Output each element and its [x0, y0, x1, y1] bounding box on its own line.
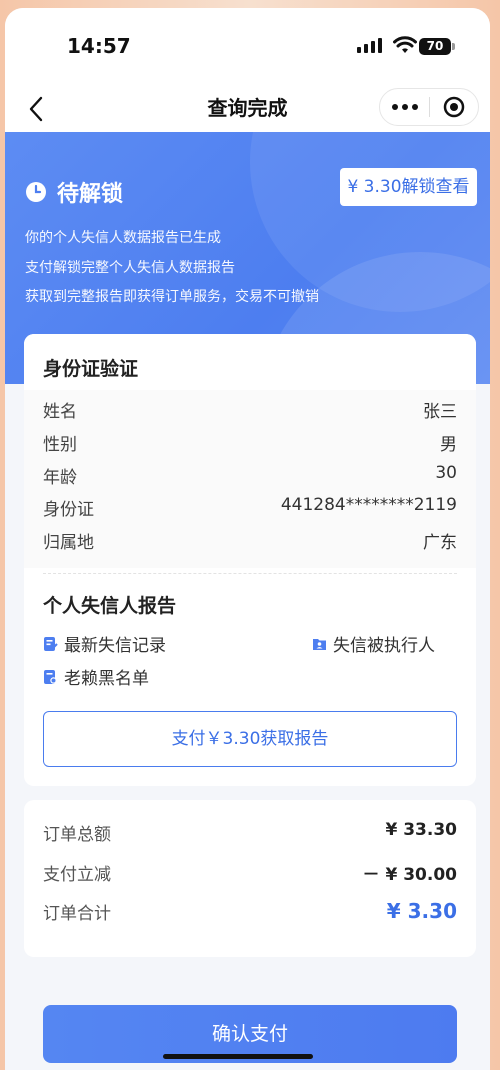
- signal-icon: [357, 38, 382, 53]
- id-section-title: 身份证验证: [43, 358, 139, 380]
- background-frame: 14:57 70 查询完成 待解锁 ¥ 3.30解锁查看 你的个人失信人数据报告…: [0, 0, 500, 1070]
- feature-label: 失信被执行人: [333, 636, 435, 656]
- info-row-name: 姓名 张三: [43, 397, 457, 422]
- report-card: 身份证验证 姓名 张三 性别 男 年龄 30 身份证 441284*******…: [24, 334, 476, 786]
- miniprogram-capsule: [379, 88, 479, 126]
- info-row-gender: 性别 男: [43, 430, 457, 455]
- pay-get-report-button[interactable]: 支付￥3.30获取报告: [43, 711, 457, 767]
- more-icon[interactable]: [380, 104, 429, 110]
- info-value: 30: [435, 463, 457, 483]
- order-value: ¥ 33.30: [385, 820, 457, 840]
- info-label: 性别: [43, 435, 77, 455]
- folder-user-icon: [313, 638, 326, 650]
- order-sum-row: 订单合计 ¥ 3.30: [43, 899, 457, 924]
- info-value: 441284********2119: [280, 495, 457, 515]
- order-label: 支付立减: [43, 865, 111, 885]
- order-summary-card: 订单总额 ¥ 33.30 支付立减 － ¥ 30.00 订单合计 ¥ 3.30: [24, 800, 476, 957]
- status-bar: 14:57 70: [5, 8, 490, 86]
- banner-line-3: 获取到完整报告即获得订单服务，交易不可撤销: [25, 289, 319, 305]
- info-row-id: 身份证 441284********2119: [43, 495, 457, 520]
- feature-label: 最新失信记录: [64, 636, 166, 656]
- section-divider: [43, 573, 457, 574]
- info-row-region: 归属地 广东: [43, 528, 457, 553]
- order-discount-row: 支付立减 － ¥ 30.00: [43, 860, 457, 885]
- phone-screen: 14:57 70 查询完成 待解锁 ¥ 3.30解锁查看 你的个人失信人数据报告…: [5, 8, 490, 1070]
- clock-icon: [26, 182, 46, 202]
- status-row: 待解锁: [25, 176, 123, 208]
- info-label: 姓名: [43, 402, 77, 422]
- document-edit-icon: [44, 636, 58, 651]
- order-label: 订单合计: [43, 904, 111, 924]
- info-label: 身份证: [43, 500, 94, 520]
- feature-latest-record: 最新失信记录: [43, 631, 166, 656]
- document-badge-icon: [44, 669, 57, 684]
- order-total-row: 订单总额 ¥ 33.30: [43, 820, 457, 845]
- info-row-age: 年龄 30: [43, 463, 457, 488]
- wifi-icon: [393, 36, 417, 53]
- info-value: 广东: [423, 533, 457, 553]
- status-title: 待解锁: [57, 182, 124, 207]
- feature-executed-person: 失信被执行人: [312, 631, 435, 656]
- info-label: 年龄: [43, 468, 77, 488]
- nav-bar: 查询完成: [5, 86, 490, 132]
- feature-blacklist: 老赖黑名单: [43, 664, 149, 689]
- report-section-title: 个人失信人报告: [43, 595, 177, 617]
- status-time: 14:57: [67, 34, 131, 58]
- banner-line-1: 你的个人失信人数据报告已生成: [25, 230, 221, 246]
- unlock-view-button[interactable]: ¥ 3.30解锁查看: [340, 168, 477, 206]
- home-indicator[interactable]: [163, 1054, 313, 1059]
- order-label: 订单总额: [43, 825, 111, 845]
- banner-line-2: 支付解锁完整个人失信人数据报告: [25, 260, 235, 276]
- info-label: 归属地: [43, 533, 94, 553]
- battery-icon: 70: [419, 38, 455, 55]
- feature-label: 老赖黑名单: [64, 669, 149, 689]
- info-value: 张三: [423, 402, 457, 422]
- order-value: － ¥ 30.00: [362, 865, 457, 885]
- order-sum-value: ¥ 3.30: [386, 899, 457, 923]
- close-target-icon[interactable]: [430, 95, 478, 119]
- info-value: 男: [440, 435, 457, 455]
